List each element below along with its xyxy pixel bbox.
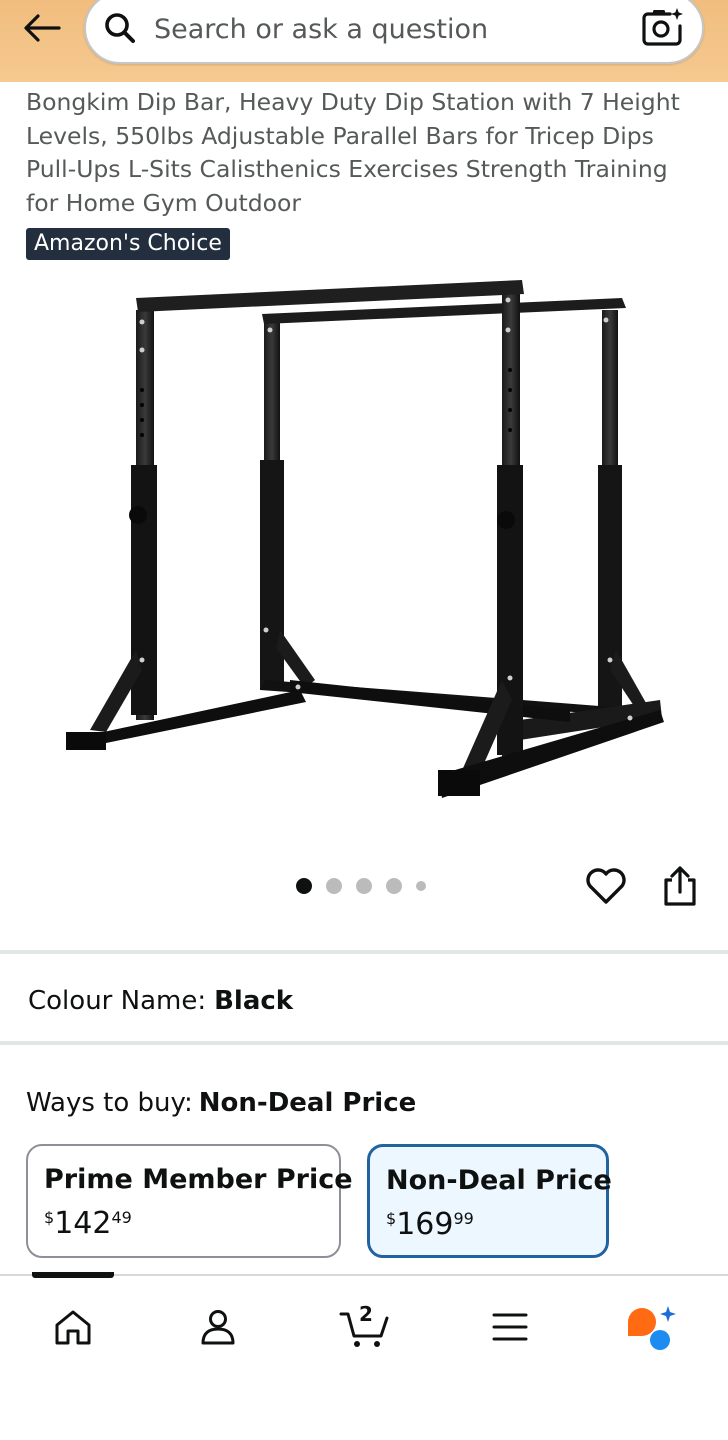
nav-cart[interactable]: 2 xyxy=(337,1302,393,1352)
price-cents: 99 xyxy=(453,1209,474,1228)
price-whole: 142 xyxy=(54,1206,112,1241)
ways-to-buy-selected: Non-Deal Price xyxy=(198,1088,417,1118)
ways-to-buy-label: Ways to buy: xyxy=(26,1088,193,1118)
colour-label: Colour Name: xyxy=(28,986,207,1016)
non-deal-price-option[interactable]: Non-Deal Price $16999 xyxy=(367,1144,612,1258)
product-image[interactable] xyxy=(50,270,680,830)
back-arrow-icon xyxy=(24,14,61,42)
nav-account[interactable] xyxy=(190,1302,246,1352)
currency-symbol: $ xyxy=(44,1208,55,1227)
carousel-dot-4[interactable] xyxy=(386,878,402,894)
rufus-ai-icon xyxy=(628,1306,676,1350)
prime-member-price-option[interactable]: Prime Member Price $14249 xyxy=(26,1144,353,1258)
bottom-navigation: 2 xyxy=(0,1272,728,1440)
search-icon xyxy=(105,13,135,43)
colour-value: Black xyxy=(214,986,294,1016)
top-header: Search or ask a question xyxy=(0,0,728,82)
carousel-dot-3[interactable] xyxy=(356,878,372,894)
carousel-dot-1[interactable] xyxy=(296,878,312,894)
search-input[interactable]: Search or ask a question xyxy=(84,0,704,64)
product-page: Search or ask a question Bongkim Dip Bar… xyxy=(0,0,728,1440)
section-divider xyxy=(0,1041,728,1045)
nav-home[interactable] xyxy=(45,1302,101,1352)
amazons-choice-badge[interactable]: Amazon's Choice xyxy=(26,228,230,260)
section-divider xyxy=(0,950,728,954)
option-price: $16999 xyxy=(386,1207,474,1242)
price-cents: 49 xyxy=(111,1208,132,1227)
account-icon xyxy=(201,1310,235,1345)
wishlist-heart-icon[interactable] xyxy=(584,864,628,908)
cart-count-badge: 2 xyxy=(359,1302,373,1326)
price-whole: 169 xyxy=(396,1207,454,1242)
colour-selection[interactable]: Colour Name: Black xyxy=(28,986,293,1016)
home-icon xyxy=(55,1310,91,1345)
nav-rufus[interactable] xyxy=(624,1302,680,1352)
carousel-dot-5[interactable] xyxy=(416,881,426,891)
camera-search-icon[interactable] xyxy=(640,6,684,50)
currency-symbol: $ xyxy=(386,1209,397,1228)
option-title: Non-Deal Price xyxy=(386,1165,612,1196)
share-icon[interactable] xyxy=(660,864,700,908)
nav-menu[interactable] xyxy=(482,1302,538,1352)
back-button[interactable] xyxy=(18,6,66,50)
ways-to-buy-heading: Ways to buy: Non-Deal Price xyxy=(26,1088,416,1118)
search-placeholder: Search or ask a question xyxy=(154,14,489,45)
option-price: $14249 xyxy=(44,1206,132,1241)
carousel-dot-2[interactable] xyxy=(326,878,342,894)
image-carousel-dots[interactable] xyxy=(296,876,426,896)
option-title: Prime Member Price xyxy=(44,1164,353,1195)
product-title[interactable]: Bongkim Dip Bar, Heavy Duty Dip Station … xyxy=(26,86,706,220)
active-tab-indicator xyxy=(32,1272,114,1278)
menu-icon xyxy=(492,1313,528,1341)
